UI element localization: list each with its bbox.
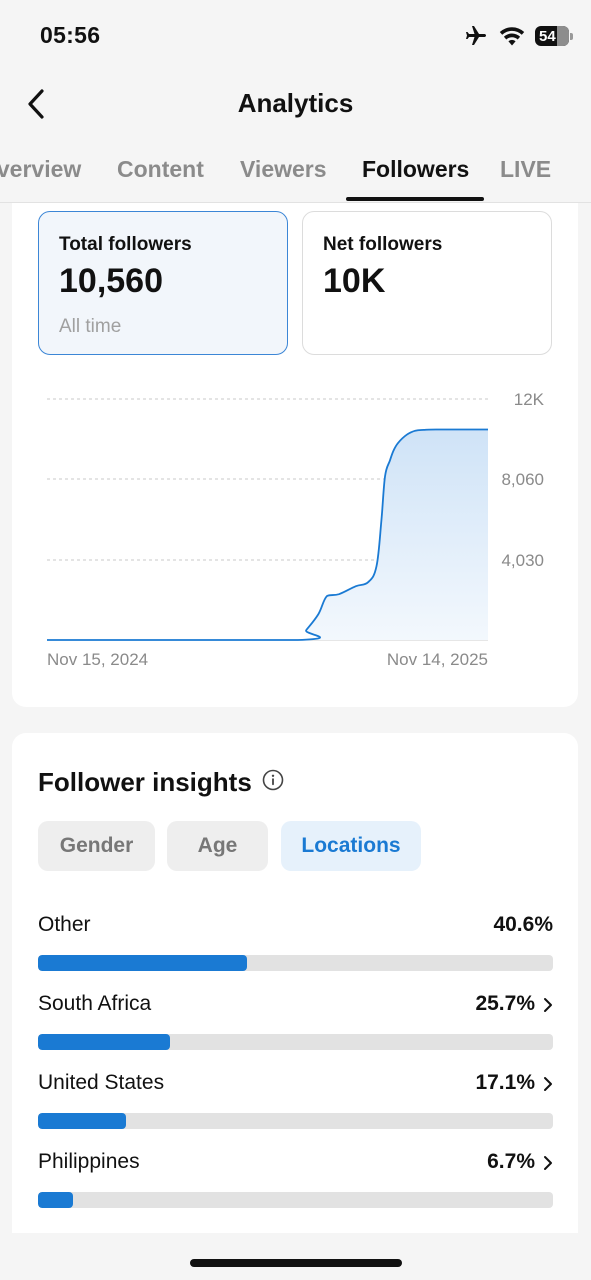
status-icons: 54 — [463, 22, 573, 50]
location-bar-track — [38, 955, 553, 971]
x-tick-label: Nov 14, 2025 — [387, 650, 488, 669]
tab-bar: Overview Content Viewers Followers LIVE — [0, 146, 591, 203]
location-bar-fill — [38, 1034, 171, 1050]
total-followers-card[interactable]: Total followers 10,560 All time — [38, 211, 288, 355]
tab-live[interactable]: LIVE — [500, 156, 551, 183]
chevron-right-icon — [544, 1156, 552, 1170]
location-bar-fill — [38, 1192, 73, 1208]
total-followers-value: 10,560 — [59, 262, 163, 300]
location-name: South Africa — [38, 992, 152, 1015]
location-bar-track — [38, 1113, 553, 1129]
chevron-right-icon — [544, 998, 552, 1012]
location-percent: 6.7% — [487, 1150, 535, 1173]
page-title: Analytics — [237, 88, 354, 118]
location-name: Other — [38, 913, 91, 936]
home-indicator — [190, 1259, 402, 1267]
x-tick-label: Nov 15, 2024 — [47, 650, 148, 669]
follower-insights-card: Follower insights Gender Age Locations O… — [12, 733, 578, 1233]
net-followers-value: 10K — [323, 262, 386, 300]
net-followers-label: Net followers — [323, 234, 443, 255]
gender-chip[interactable]: Gender — [38, 821, 155, 871]
tab-viewers[interactable]: Viewers — [240, 156, 327, 183]
total-followers-period: All time — [59, 316, 122, 337]
location-bar-track — [38, 1192, 553, 1208]
battery-icon: 54 — [535, 26, 573, 46]
wifi-icon — [499, 27, 525, 46]
airplane-icon — [466, 26, 486, 45]
location-name: United States — [38, 1071, 165, 1094]
location-percent: 17.1% — [475, 1071, 535, 1094]
location-row-other: Other 40.6% — [38, 913, 553, 983]
location-bar-track — [38, 1034, 553, 1050]
info-icon[interactable] — [262, 769, 284, 791]
tab-content[interactable]: Content — [117, 156, 204, 183]
followers-area — [47, 429, 488, 640]
followers-chart: 12K 8,060 4,030 Nov 15, 2024 Nov 14, 202… — [12, 383, 578, 683]
status-time: 05:56 — [40, 22, 101, 48]
followers-chart-svg: 12K 8,060 4,030 Nov 15, 2024 Nov 14, 202… — [46, 390, 545, 669]
location-percent: 40.6% — [493, 913, 553, 936]
location-row-united-states[interactable]: United States 17.1% — [38, 1071, 553, 1141]
y-tick-label: 8,060 — [501, 470, 544, 489]
followers-overview-card: Total followers 10,560 All time Net foll… — [12, 203, 578, 707]
nav-bar: Analytics — [0, 72, 591, 136]
chevron-right-icon — [544, 1077, 552, 1091]
location-bar-fill — [38, 1113, 127, 1129]
insights-title: Follower insights — [38, 767, 252, 797]
y-tick-label: 4,030 — [501, 551, 544, 570]
location-row-philippines[interactable]: Philippines 6.7% — [38, 1150, 553, 1220]
active-tab-indicator — [346, 197, 484, 201]
net-followers-card[interactable]: Net followers 10K — [302, 211, 552, 355]
location-name: Philippines — [38, 1150, 140, 1173]
age-chip[interactable]: Age — [167, 821, 268, 871]
status-bar: 05:56 54 — [0, 0, 591, 72]
y-tick-label: 12K — [514, 390, 545, 409]
tab-overview[interactable]: Overview — [0, 156, 81, 183]
locations-chip[interactable]: Locations — [281, 821, 421, 871]
location-row-south-africa[interactable]: South Africa 25.7% — [38, 992, 553, 1062]
location-bar-fill — [38, 955, 248, 971]
battery-level: 54 — [539, 27, 556, 45]
location-percent: 25.7% — [475, 992, 535, 1015]
total-followers-label: Total followers — [59, 234, 192, 255]
tab-followers[interactable]: Followers — [362, 156, 469, 183]
